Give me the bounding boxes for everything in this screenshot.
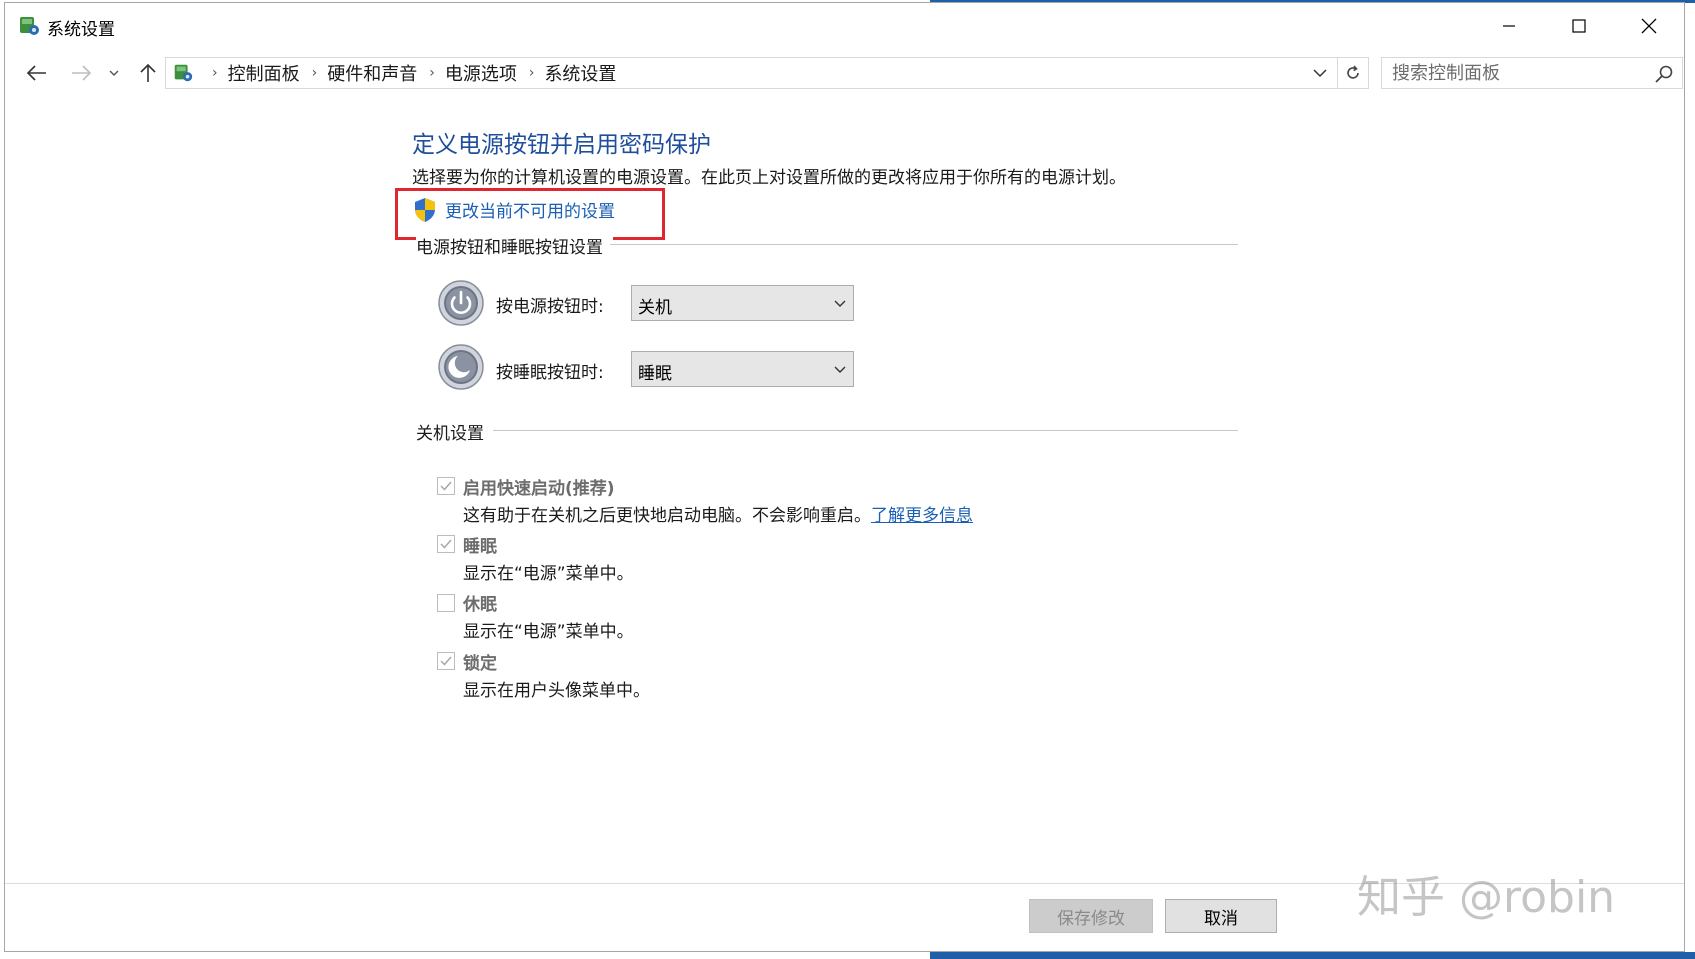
breadcrumb-item[interactable]: 系统设置 <box>544 60 616 86</box>
hibernate-option-checkbox[interactable] <box>437 594 455 612</box>
sleep-option-checkbox[interactable] <box>437 535 455 553</box>
address-bar[interactable]: › 控制面板 › 硬件和声音 › 电源选项 › 系统设置 <box>165 57 1369 89</box>
refresh-button[interactable] <box>1337 58 1368 88</box>
desktop-background-left <box>0 952 930 959</box>
breadcrumb-separator-icon[interactable]: › <box>312 65 318 81</box>
control-panel-icon <box>172 62 194 84</box>
hibernate-option-label: 休眠 <box>463 595 497 615</box>
maximize-icon <box>1572 19 1586 33</box>
breadcrumb-item[interactable]: 控制面板 <box>228 60 300 86</box>
checkmark-icon <box>440 481 452 491</box>
screen: 系统设置 › 控制面板 › 硬件和声音 › 电源选项 › 系统设置 搜索控制面板… <box>0 0 1695 959</box>
close-icon <box>1641 18 1657 34</box>
chevron-down-icon <box>1313 69 1327 78</box>
shutdown-section-heading: 关机设置 <box>416 419 494 444</box>
control-panel-window: 系统设置 › 控制面板 › 硬件和声音 › 电源选项 › 系统设置 搜索控制面板… <box>4 2 1685 952</box>
select-value: 关机 <box>638 298 672 318</box>
close-button[interactable] <box>1614 3 1684 49</box>
section-divider <box>610 244 1238 245</box>
fast-startup-checkbox[interactable] <box>437 477 455 495</box>
control-panel-icon <box>17 14 41 38</box>
search-input[interactable] <box>1382 58 1652 88</box>
power-button-icon <box>437 279 485 327</box>
checkmark-icon <box>440 539 452 549</box>
breadcrumb: › 控制面板 › 硬件和声音 › 电源选项 › 系统设置 <box>200 58 616 88</box>
chevron-down-icon <box>833 296 847 310</box>
sleep-button-action-select[interactable]: 睡眠 <box>631 351 854 387</box>
hibernate-option-description: 显示在“电源”菜单中。 <box>463 622 634 642</box>
uac-shield-icon <box>413 197 437 223</box>
chevron-down-icon <box>109 70 119 76</box>
address-history-button[interactable] <box>1308 58 1332 88</box>
breadcrumb-item[interactable]: 硬件和声音 <box>327 60 417 86</box>
fast-startup-label: 启用快速启动(推荐) <box>463 479 615 499</box>
maximize-button[interactable] <box>1544 3 1614 49</box>
back-button[interactable] <box>21 59 53 87</box>
page-title: 定义电源按钮并启用密码保护 <box>412 132 711 158</box>
sleep-option-description: 显示在“电源”菜单中。 <box>463 564 634 584</box>
recent-locations-button[interactable] <box>105 59 123 87</box>
lock-option-checkbox[interactable] <box>437 652 455 670</box>
section-divider <box>493 430 1238 431</box>
up-arrow-icon <box>140 63 156 82</box>
search-box[interactable] <box>1381 57 1683 89</box>
lock-option-description: 显示在用户头像菜单中。 <box>463 681 650 701</box>
page-description: 选择要为你的计算机设置的电源设置。在此页上对设置所做的更改将应用于你所有的电源计… <box>412 168 1126 188</box>
window-title: 系统设置 <box>47 20 115 40</box>
change-unavailable-settings-link[interactable]: 更改当前不可用的设置 <box>445 197 615 222</box>
checkmark-icon <box>440 656 452 666</box>
breadcrumb-separator-icon[interactable]: › <box>429 65 435 81</box>
refresh-icon <box>1347 65 1359 79</box>
sleep-option-label: 睡眠 <box>463 537 497 557</box>
sleep-button-icon <box>437 343 485 391</box>
power-button-action-select[interactable]: 关机 <box>631 285 854 321</box>
back-arrow-icon <box>26 65 46 81</box>
navigation-bar: › 控制面板 › 硬件和声音 › 电源选项 › 系统设置 <box>5 49 1684 97</box>
chevron-down-icon <box>833 362 847 376</box>
taskbar-edge <box>930 952 1695 959</box>
minimize-button[interactable] <box>1474 3 1544 49</box>
fast-startup-description-text: 这有助于在关机之后更快地启动电脑。不会影响重启。 <box>463 506 871 526</box>
power-buttons-section-heading: 电源按钮和睡眠按钮设置 <box>416 233 613 258</box>
lock-option-label: 锁定 <box>463 654 497 674</box>
title-bar[interactable]: 系统设置 <box>5 3 1684 49</box>
save-changes-button[interactable]: 保存修改 <box>1029 899 1153 933</box>
search-icon[interactable] <box>1654 64 1674 84</box>
main-content: 定义电源按钮并启用密码保护 选择要为你的计算机设置的电源设置。在此页上对设置所做… <box>5 97 1684 887</box>
fast-startup-description: 这有助于在关机之后更快地启动电脑。不会影响重启。了解更多信息 <box>463 501 973 526</box>
select-value: 睡眠 <box>638 364 672 384</box>
forward-button[interactable] <box>65 59 97 87</box>
learn-more-link[interactable]: 了解更多信息 <box>871 506 973 526</box>
breadcrumb-separator-icon[interactable]: › <box>529 65 535 81</box>
forward-arrow-icon <box>72 65 92 81</box>
breadcrumb-separator-icon[interactable]: › <box>212 65 218 81</box>
cancel-button[interactable]: 取消 <box>1165 899 1277 933</box>
up-button[interactable] <box>133 59 163 87</box>
breadcrumb-item[interactable]: 电源选项 <box>445 60 517 86</box>
minimize-icon <box>1503 25 1515 27</box>
sleep-button-label: 按睡眠按钮时: <box>496 363 604 383</box>
watermark: 知乎 @robin <box>1357 872 1616 923</box>
power-button-label: 按电源按钮时: <box>496 297 604 317</box>
